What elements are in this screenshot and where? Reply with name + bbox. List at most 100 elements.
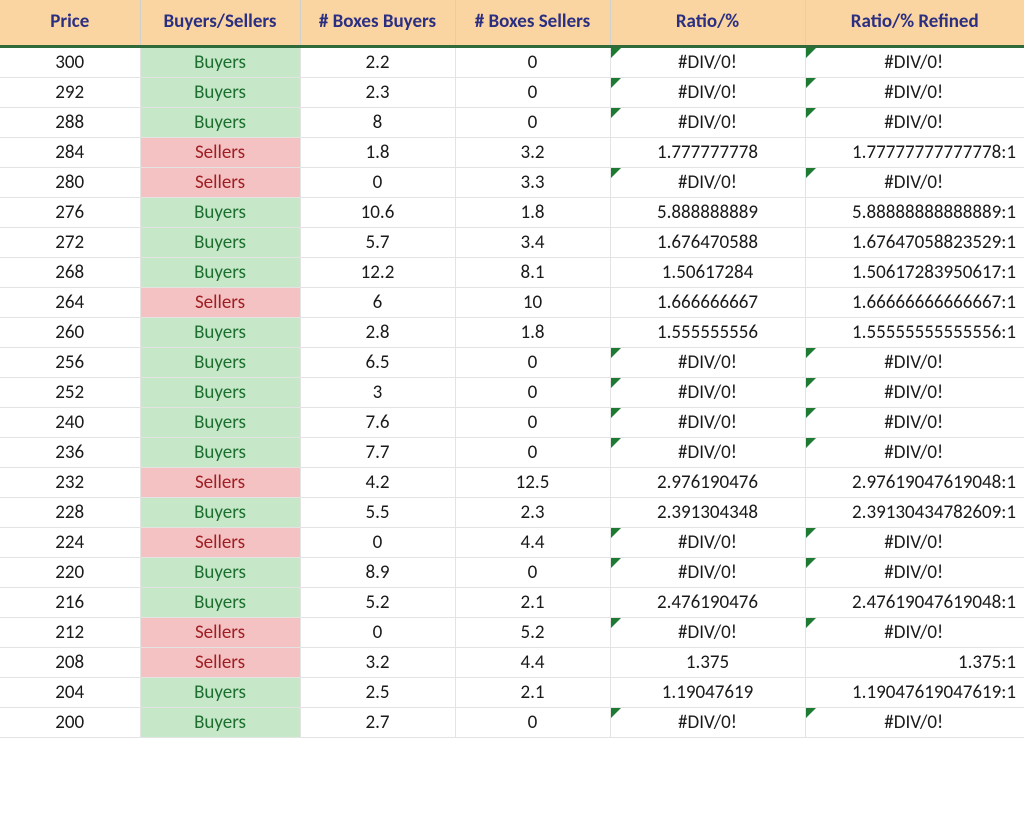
cell-boxes-sellers[interactable]: 3.4 [455,228,610,258]
cell-ratio-refined[interactable]: 1.55555555555556:1 [805,318,1024,348]
cell-buyers-sellers[interactable]: Sellers [140,528,300,558]
cell-buyers-sellers[interactable]: Buyers [140,408,300,438]
cell-price[interactable]: 216 [0,588,140,618]
cell-buyers-sellers[interactable]: Buyers [140,678,300,708]
cell-ratio[interactable]: #DIV/0! [610,168,805,198]
header-ratio[interactable]: Ratio/% [610,0,805,47]
cell-ratio[interactable]: 2.476190476 [610,588,805,618]
cell-boxes-buyers[interactable]: 6 [300,288,455,318]
cell-ratio-refined[interactable]: 1.77777777777778:1 [805,138,1024,168]
cell-buyers-sellers[interactable]: Buyers [140,318,300,348]
cell-buyers-sellers[interactable]: Buyers [140,378,300,408]
cell-ratio-refined[interactable]: 1.67647058823529:1 [805,228,1024,258]
cell-price[interactable]: 228 [0,498,140,528]
cell-ratio[interactable]: #DIV/0! [610,438,805,468]
cell-ratio[interactable]: 1.375 [610,648,805,678]
cell-price[interactable]: 284 [0,138,140,168]
cell-ratio-refined[interactable]: #DIV/0! [805,708,1024,738]
cell-price[interactable]: 276 [0,198,140,228]
cell-boxes-buyers[interactable]: 12.2 [300,258,455,288]
cell-ratio-refined[interactable]: #DIV/0! [805,168,1024,198]
cell-ratio-refined[interactable]: 1.66666666666667:1 [805,288,1024,318]
cell-boxes-sellers[interactable]: 1.8 [455,318,610,348]
cell-price[interactable]: 220 [0,558,140,588]
cell-buyers-sellers[interactable]: Sellers [140,288,300,318]
cell-ratio-refined[interactable]: #DIV/0! [805,108,1024,138]
cell-ratio-refined[interactable]: 1.50617283950617:1 [805,258,1024,288]
cell-boxes-sellers[interactable]: 1.8 [455,198,610,228]
cell-buyers-sellers[interactable]: Buyers [140,558,300,588]
cell-boxes-sellers[interactable]: 2.1 [455,588,610,618]
cell-ratio[interactable]: 2.391304348 [610,498,805,528]
cell-ratio-refined[interactable]: 2.39130434782609:1 [805,498,1024,528]
cell-boxes-buyers[interactable]: 2.7 [300,708,455,738]
cell-price[interactable]: 204 [0,678,140,708]
cell-ratio[interactable]: 1.666666667 [610,288,805,318]
cell-ratio[interactable]: #DIV/0! [610,528,805,558]
cell-price[interactable]: 272 [0,228,140,258]
cell-ratio[interactable]: #DIV/0! [610,558,805,588]
cell-boxes-sellers[interactable]: 10 [455,288,610,318]
cell-boxes-sellers[interactable]: 0 [455,108,610,138]
cell-ratio[interactable]: #DIV/0! [610,348,805,378]
cell-ratio[interactable]: 1.19047619 [610,678,805,708]
cell-buyers-sellers[interactable]: Buyers [140,348,300,378]
cell-price[interactable]: 212 [0,618,140,648]
cell-boxes-sellers[interactable]: 2.1 [455,678,610,708]
cell-price[interactable]: 252 [0,378,140,408]
cell-ratio-refined[interactable]: #DIV/0! [805,528,1024,558]
cell-buyers-sellers[interactable]: Buyers [140,498,300,528]
cell-price[interactable]: 264 [0,288,140,318]
cell-ratio-refined[interactable]: #DIV/0! [805,378,1024,408]
cell-ratio-refined[interactable]: #DIV/0! [805,47,1024,78]
cell-price[interactable]: 224 [0,528,140,558]
cell-ratio-refined[interactable]: #DIV/0! [805,78,1024,108]
cell-buyers-sellers[interactable]: Buyers [140,588,300,618]
cell-boxes-sellers[interactable]: 3.3 [455,168,610,198]
cell-boxes-sellers[interactable]: 0 [455,47,610,78]
cell-boxes-buyers[interactable]: 5.5 [300,498,455,528]
cell-buyers-sellers[interactable]: Buyers [140,198,300,228]
cell-price[interactable]: 200 [0,708,140,738]
header-price[interactable]: Price [0,0,140,47]
cell-buyers-sellers[interactable]: Buyers [140,78,300,108]
cell-boxes-sellers[interactable]: 0 [455,78,610,108]
cell-buyers-sellers[interactable]: Buyers [140,47,300,78]
cell-boxes-sellers[interactable]: 4.4 [455,648,610,678]
cell-boxes-buyers[interactable]: 0 [300,168,455,198]
cell-buyers-sellers[interactable]: Buyers [140,258,300,288]
cell-ratio-refined[interactable]: #DIV/0! [805,408,1024,438]
cell-buyers-sellers[interactable]: Buyers [140,228,300,258]
cell-ratio[interactable]: #DIV/0! [610,408,805,438]
cell-boxes-sellers[interactable]: 3.2 [455,138,610,168]
cell-boxes-sellers[interactable]: 8.1 [455,258,610,288]
cell-ratio-refined[interactable]: 2.97619047619048:1 [805,468,1024,498]
cell-boxes-sellers[interactable]: 0 [455,708,610,738]
cell-ratio[interactable]: #DIV/0! [610,108,805,138]
header-boxes-sellers[interactable]: # Boxes Sellers [455,0,610,47]
cell-boxes-buyers[interactable]: 8.9 [300,558,455,588]
cell-buyers-sellers[interactable]: Buyers [140,108,300,138]
cell-buyers-sellers[interactable]: Buyers [140,708,300,738]
cell-price[interactable]: 236 [0,438,140,468]
cell-boxes-sellers[interactable]: 0 [455,348,610,378]
cell-price[interactable]: 208 [0,648,140,678]
cell-boxes-sellers[interactable]: 4.4 [455,528,610,558]
cell-boxes-buyers[interactable]: 3 [300,378,455,408]
cell-price[interactable]: 232 [0,468,140,498]
cell-ratio-refined[interactable]: 2.47619047619048:1 [805,588,1024,618]
header-buyers-sellers[interactable]: Buyers/Sellers [140,0,300,47]
cell-ratio[interactable]: 1.676470588 [610,228,805,258]
cell-ratio[interactable]: #DIV/0! [610,47,805,78]
cell-boxes-sellers[interactable]: 0 [455,378,610,408]
cell-boxes-buyers[interactable]: 7.7 [300,438,455,468]
cell-ratio[interactable]: #DIV/0! [610,78,805,108]
cell-boxes-sellers[interactable]: 2.3 [455,498,610,528]
cell-ratio[interactable]: 1.555555556 [610,318,805,348]
cell-price[interactable]: 292 [0,78,140,108]
cell-ratio-refined[interactable]: 1.375:1 [805,648,1024,678]
cell-ratio-refined[interactable]: 5.88888888888889:1 [805,198,1024,228]
cell-boxes-sellers[interactable]: 5.2 [455,618,610,648]
header-ratio-refined[interactable]: Ratio/% Refined [805,0,1024,47]
cell-boxes-sellers[interactable]: 0 [455,408,610,438]
